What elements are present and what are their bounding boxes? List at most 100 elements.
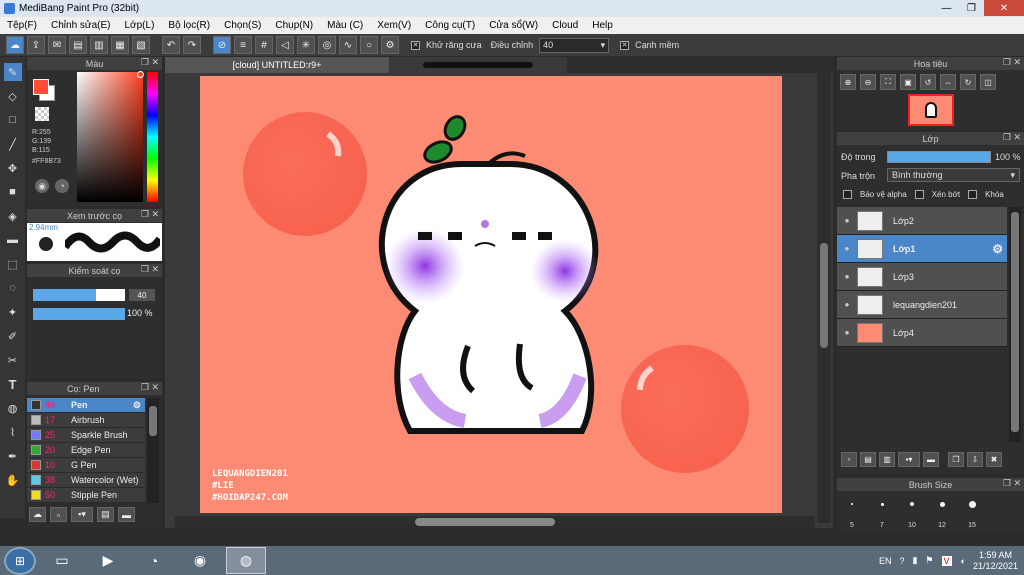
reset-icon[interactable]: ◫: [980, 74, 996, 90]
new-8bit-layer-icon[interactable]: ▥: [879, 452, 895, 467]
menu-color[interactable]: Màu (C): [320, 20, 370, 31]
green-app-icon[interactable]: ◔: [134, 547, 174, 574]
brush-list-item[interactable]: 10 G Pen: [27, 458, 145, 473]
palette-icon[interactable]: ◉: [35, 179, 49, 193]
layer-opacity-slider[interactable]: [887, 151, 991, 163]
eraser-tool-icon[interactable]: ◇: [4, 87, 22, 105]
close-button[interactable]: ✕: [984, 0, 1024, 16]
folder-icon[interactable]: ▬: [118, 507, 135, 522]
eye-icon[interactable]: ●: [837, 328, 857, 337]
fit-icon[interactable]: ⛶: [880, 74, 896, 90]
help-icon[interactable]: ?: [899, 556, 904, 566]
brush-list-item[interactable]: 20 Edge Pen: [27, 443, 145, 458]
drawing-canvas[interactable]: LEQUANGDIEN201 #LIE #HOIDAP247.COM: [200, 76, 782, 513]
flag-icon[interactable]: ⚑: [925, 555, 933, 566]
gear-icon[interactable]: ⚙: [133, 400, 141, 411]
network-icon[interactable]: ▮: [912, 555, 917, 566]
canvas-horizontal-scrollbar[interactable]: [175, 516, 815, 528]
eye-icon[interactable]: ●: [837, 244, 857, 253]
rectangle-tool-icon[interactable]: □: [4, 111, 22, 129]
vanishing-snap-icon[interactable]: ◁: [276, 36, 294, 54]
protect-alpha-checkbox[interactable]: [843, 190, 852, 199]
menu-select[interactable]: Chọn(S): [217, 20, 268, 31]
eye-icon[interactable]: ●: [837, 300, 857, 309]
duplicate-layer-icon[interactable]: ❐: [948, 452, 964, 467]
brush-list-item[interactable]: 25 Sparkle Brush: [27, 428, 145, 443]
ellipse-snap-icon[interactable]: ○: [360, 36, 378, 54]
layout-icon[interactable]: ▧: [132, 36, 150, 54]
layer-row[interactable]: ● lequangdien201: [837, 291, 1007, 319]
hue-slider[interactable]: [147, 72, 158, 202]
brush-list-scrollbar[interactable]: [147, 398, 159, 503]
menu-filter[interactable]: Bộ lọc(R): [161, 20, 217, 31]
settings-snap-icon[interactable]: ⚙: [381, 36, 399, 54]
layer-row[interactable]: ● Lớp2: [837, 207, 1007, 235]
menu-capture[interactable]: Chụp(N): [268, 20, 320, 31]
parallel-snap-icon[interactable]: ≡: [234, 36, 252, 54]
close-icon[interactable]: ❐ ✕: [141, 57, 159, 68]
color-picker-cursor[interactable]: [137, 71, 144, 78]
zoom-out-icon[interactable]: ⊖: [860, 74, 876, 90]
opacity-slider[interactable]: [33, 308, 125, 320]
menu-file[interactable]: Tệp(F): [0, 20, 44, 31]
fill-rect-tool-icon[interactable]: ■: [4, 183, 22, 201]
eye-icon[interactable]: ●: [837, 272, 857, 281]
chrome-icon[interactable]: ◉: [180, 547, 220, 574]
eyedropper-tool-icon[interactable]: ⌇: [4, 423, 22, 441]
menu-edit[interactable]: Chỉnh sửa(E): [44, 20, 118, 31]
layer-row[interactable]: ● Lớp4: [837, 319, 1007, 347]
brush-size-preset[interactable]: 10: [897, 495, 927, 529]
minimize-button[interactable]: —: [934, 0, 959, 16]
brush-size-preset[interactable]: 15: [957, 495, 987, 529]
radial-snap-icon[interactable]: ✳: [297, 36, 315, 54]
size-slider[interactable]: [33, 289, 125, 301]
menu-cloud[interactable]: Cloud: [545, 20, 585, 31]
flip-icon[interactable]: ⇔: [940, 74, 956, 90]
actual-size-icon[interactable]: ▣: [900, 74, 916, 90]
brush-settings-icon[interactable]: ▤: [97, 507, 114, 522]
brush-tool-icon[interactable]: ✎: [3, 63, 22, 81]
tab-document[interactable]: [cloud] UNTITLED:r9+: [165, 57, 389, 73]
menu-layer[interactable]: Lớp(L): [118, 20, 162, 31]
select-rect-tool-icon[interactable]: ⬚: [4, 255, 22, 273]
select-pen-tool-icon[interactable]: ✐: [4, 327, 22, 345]
brush-size-preset[interactable]: 7: [867, 495, 897, 529]
close-icon[interactable]: ❐ ✕: [141, 209, 159, 220]
no-snap-icon[interactable]: ⊘: [213, 36, 231, 54]
brush-size-preset[interactable]: 12: [927, 495, 957, 529]
close-icon[interactable]: ❐ ✕: [1003, 132, 1021, 143]
new-halftone-layer-icon[interactable]: ▤: [860, 452, 876, 467]
merge-down-icon[interactable]: ⇩: [967, 452, 983, 467]
antivirus-icon[interactable]: V: [941, 555, 952, 566]
gradient-tool-icon[interactable]: ▬: [4, 231, 22, 249]
add-brush-icon[interactable]: ▪▾: [71, 507, 93, 522]
navigator-thumbnail[interactable]: [907, 94, 954, 126]
lock-checkbox[interactable]: [968, 190, 978, 199]
layer-list-scrollbar[interactable]: [1009, 207, 1021, 442]
rotate-right-icon[interactable]: ↻: [960, 74, 976, 90]
edge-checkbox[interactable]: ✕: [620, 40, 630, 50]
brush-list-item[interactable]: 17 Airbrush: [27, 413, 145, 428]
document-icon[interactable]: ▤: [69, 36, 87, 54]
transparent-swatch[interactable]: [35, 107, 49, 121]
magic-wand-tool-icon[interactable]: ✦: [4, 303, 22, 321]
size-value[interactable]: 40: [129, 289, 155, 301]
clock[interactable]: 1:59 AM 21/12/2021: [973, 550, 1018, 572]
page-icon[interactable]: ▥: [90, 36, 108, 54]
primary-color-swatch[interactable]: [33, 79, 49, 95]
menu-window[interactable]: Cửa sổ(W): [482, 20, 545, 31]
text-tool-icon[interactable]: T: [4, 375, 22, 393]
antialias-checkbox[interactable]: ✕: [411, 40, 420, 50]
brush-size-preset[interactable]: 5: [837, 495, 867, 529]
circle-snap-icon[interactable]: ◎: [318, 36, 336, 54]
volume-icon[interactable]: ◖: [960, 556, 965, 566]
close-icon[interactable]: ❐ ✕: [1003, 57, 1021, 68]
layer-row-selected[interactable]: ● Lớp1 ⚙: [837, 235, 1007, 263]
bucket-tool-icon[interactable]: ◈: [4, 207, 22, 225]
gear-icon[interactable]: ⚙: [992, 242, 1003, 256]
canvas-vertical-scrollbar[interactable]: [817, 73, 831, 523]
menu-tools[interactable]: Công cụ(T): [418, 20, 482, 31]
comment-icon[interactable]: ✉: [48, 36, 66, 54]
color-wheel-icon[interactable]: ◔: [55, 179, 69, 193]
delete-layer-icon[interactable]: ✖: [986, 452, 1002, 467]
